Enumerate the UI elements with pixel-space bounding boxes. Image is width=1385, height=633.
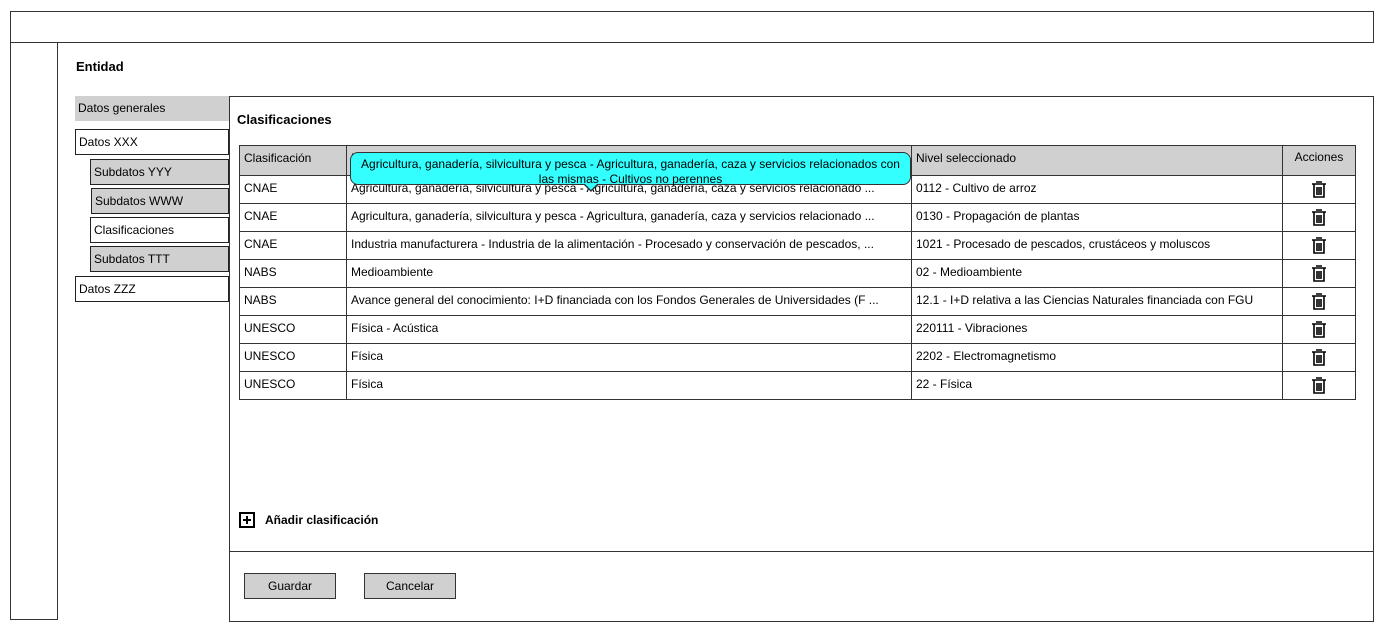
plus-square-icon — [239, 512, 255, 528]
sidebar-item-subdatos-ttt[interactable]: Subdatos TTT — [90, 246, 229, 272]
cell-clasificacion: CNAE — [239, 175, 347, 204]
table-row: UNESCO Física 22 - Física — [239, 371, 1356, 400]
cell-nivel-seleccionado: 02 - Medioambiente — [911, 259, 1283, 288]
cell-clasificacion: UNESCO — [239, 371, 347, 400]
trash-icon — [1312, 349, 1326, 366]
cell-nivel: Medioambiente — [346, 259, 912, 288]
table-row: NABS Avance general del conocimiento: I+D… — [239, 287, 1356, 316]
add-classification-label: Añadir clasificación — [265, 513, 379, 527]
trash-icon — [1312, 321, 1326, 338]
delete-button[interactable] — [1282, 371, 1356, 400]
cell-nivel-seleccionado: 0112 - Cultivo de arroz — [911, 175, 1283, 204]
table-row: UNESCO Física - Acústica 220111 - Vibracio… — [239, 315, 1356, 344]
cell-nivel: Física — [346, 371, 912, 400]
cell-clasificacion: CNAE — [239, 203, 347, 232]
delete-button[interactable] — [1282, 231, 1356, 260]
tooltip-tail-fill — [584, 183, 598, 190]
cell-nivel: Física — [346, 343, 912, 372]
cell-clasificacion: CNAE — [239, 231, 347, 260]
header-acciones: Acciones — [1282, 145, 1356, 176]
sidebar-item-subdatos-www[interactable]: Subdatos WWW — [91, 188, 229, 214]
trash-icon — [1312, 293, 1326, 310]
sidebar-item-clasificaciones[interactable]: Clasificaciones — [90, 217, 229, 243]
cell-clasificacion: NABS — [239, 287, 347, 316]
cell-nivel: Avance general del conocimiento: I+D fin… — [346, 287, 912, 316]
table-row: CNAE Industria manufacturera - Industria … — [239, 231, 1356, 260]
trash-icon — [1312, 237, 1326, 254]
cell-nivel-seleccionado: 1021 - Procesado de pescados, crustáceos… — [911, 231, 1283, 260]
trash-icon — [1312, 377, 1326, 394]
cancel-button[interactable]: Cancelar — [364, 573, 456, 599]
header-clasificacion: Clasificación — [239, 145, 347, 176]
delete-button[interactable] — [1282, 203, 1356, 232]
delete-button[interactable] — [1282, 175, 1356, 204]
add-classification-button[interactable]: Añadir clasificación — [239, 512, 378, 528]
sidebar-item-datos-generales[interactable]: Datos generales — [75, 96, 229, 121]
cell-nivel-seleccionado: 220111 - Vibraciones — [911, 315, 1283, 344]
cell-nivel: Agricultura, ganadería, silvicultura y p… — [346, 203, 912, 232]
left-bar — [10, 43, 58, 620]
sidebar-item-datos-zzz[interactable]: Datos ZZZ — [75, 276, 229, 302]
delete-button[interactable] — [1282, 287, 1356, 316]
section-title: Clasificaciones — [237, 112, 332, 127]
sidebar-item-subdatos-yyy[interactable]: Subdatos YYY — [90, 159, 229, 185]
delete-button[interactable] — [1282, 315, 1356, 344]
page-title: Entidad — [76, 59, 124, 74]
top-bar — [10, 11, 1374, 43]
table-row: UNESCO Física 2202 - Electromagnetismo — [239, 343, 1356, 372]
divider — [229, 551, 1374, 552]
sidebar-item-datos-xxx[interactable]: Datos XXX — [75, 129, 229, 155]
delete-button[interactable] — [1282, 343, 1356, 372]
cell-nivel: Física - Acústica — [346, 315, 912, 344]
tooltip: Agricultura, ganadería, silvicultura y p… — [350, 152, 911, 186]
trash-icon — [1312, 181, 1326, 198]
trash-icon — [1312, 265, 1326, 282]
cell-nivel: Industria manufacturera - Industria de l… — [346, 231, 912, 260]
cell-nivel-seleccionado: 22 - Física — [911, 371, 1283, 400]
delete-button[interactable] — [1282, 259, 1356, 288]
cell-nivel-seleccionado: 2202 - Electromagnetismo — [911, 343, 1283, 372]
cell-clasificacion: UNESCO — [239, 343, 347, 372]
cell-clasificacion: NABS — [239, 259, 347, 288]
trash-icon — [1312, 209, 1326, 226]
cell-clasificacion: UNESCO — [239, 315, 347, 344]
save-button[interactable]: Guardar — [244, 573, 336, 599]
table-row: CNAE Agricultura, ganadería, silvicultura… — [239, 203, 1356, 232]
cell-nivel-seleccionado: 12.1 - I+D relativa a las Ciencias Natur… — [911, 287, 1283, 316]
header-nivel-seleccionado: Nivel seleccionado — [911, 145, 1283, 176]
cell-nivel-seleccionado: 0130 - Propagación de plantas — [911, 203, 1283, 232]
table-row: NABS Medioambiente 02 - Medioambiente — [239, 259, 1356, 288]
